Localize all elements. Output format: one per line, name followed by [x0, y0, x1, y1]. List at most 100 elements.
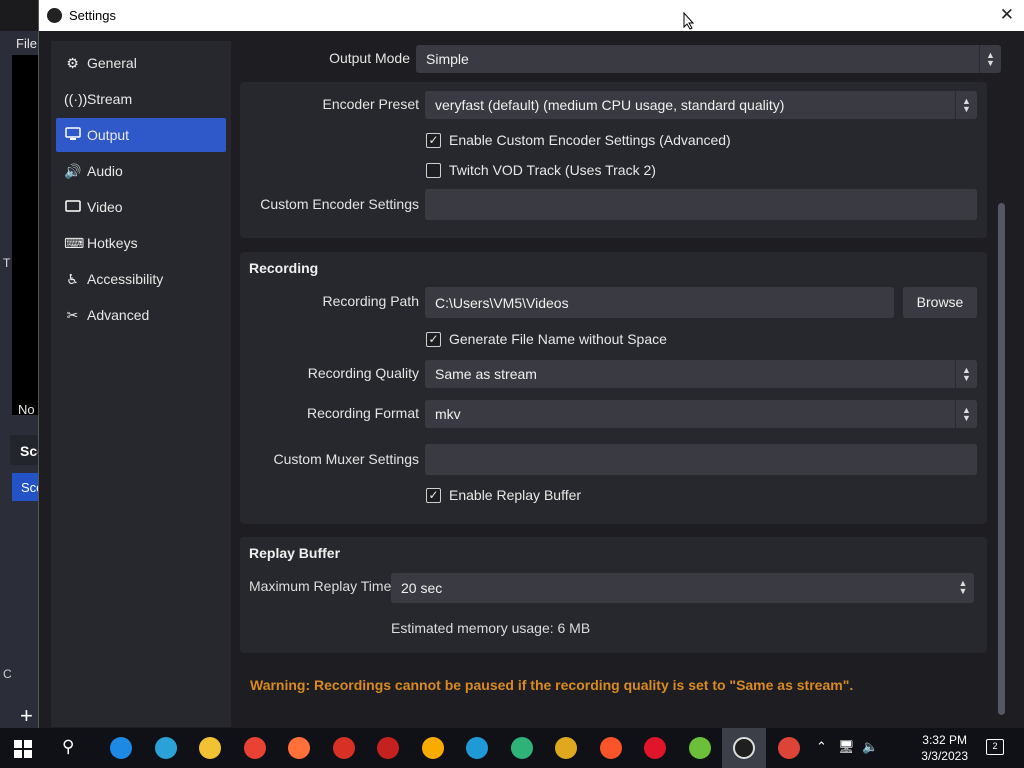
keyboard-icon: ⌨: [64, 235, 85, 251]
sidebar-item-stream[interactable]: ((·)) Stream: [56, 82, 226, 116]
add-scene-button[interactable]: +: [20, 703, 33, 729]
scene-item[interactable]: Sce: [12, 473, 43, 501]
sidebar-item-video[interactable]: Video: [56, 190, 226, 224]
no-source-label: No: [18, 402, 35, 417]
obs-icon[interactable]: [733, 737, 755, 759]
sidebar-item-general[interactable]: ⚙ General: [56, 46, 226, 80]
recording-format-label: Recording Format: [306, 405, 419, 421]
sidebar-item-label: Hotkeys: [87, 235, 138, 251]
custom-muxer-label: Custom Muxer Settings: [273, 451, 420, 467]
chrome-dev-icon[interactable]: [377, 737, 399, 759]
output-mode-label: Output Mode: [329, 50, 410, 66]
preview-area: [12, 55, 40, 415]
sidebar-item-hotkeys[interactable]: ⌨ Hotkeys: [56, 226, 226, 260]
enable-custom-encoder-checkbox[interactable]: ✓: [426, 133, 441, 148]
chevron-up-icon[interactable]: ⌃: [816, 739, 827, 755]
sidebar-item-output[interactable]: Output: [56, 118, 226, 152]
edge-dev-icon[interactable]: [510, 737, 533, 759]
obs-logo-icon: [47, 8, 62, 23]
bg-letter-c: C: [3, 667, 12, 681]
brave-icon[interactable]: [599, 737, 622, 759]
accessibility-icon: ♿: [66, 271, 79, 287]
recording-path-label: Recording Path: [322, 293, 419, 309]
twitch-vod-label: Twitch VOD Track (Uses Track 2): [449, 162, 656, 178]
sidebar-item-accessibility[interactable]: ♿ Accessibility: [56, 262, 226, 296]
file-menu[interactable]: File: [16, 36, 37, 51]
desktop: File T No Sce Sce C + Settings ✕ ⚙ Gener…: [0, 0, 1024, 768]
settings-dialog: Settings ✕ ⚙ General ((·)) Stream Output: [38, 0, 1024, 728]
chevron-updown-icon: ▲ ▼: [955, 91, 977, 119]
opera-icon[interactable]: [644, 737, 666, 759]
speaker-icon: 🔊: [64, 163, 82, 179]
obs-main-window-left: File T No Sce Sce C +: [0, 31, 45, 729]
chevron-updown-icon: ▲ ▼: [979, 45, 1001, 73]
recording-quality-label: Recording Quality: [307, 365, 419, 381]
volume-icon[interactable]: 🔈: [862, 739, 878, 755]
enable-replay-buffer-label: Enable Replay Buffer: [449, 487, 582, 503]
chevron-updown-icon: ▲ ▼: [955, 400, 977, 428]
custom-encoder-settings-label: Custom Encoder Settings: [260, 196, 419, 212]
network-icon[interactable]: 🖥: [838, 739, 855, 755]
chrome-shield-icon[interactable]: [777, 737, 800, 759]
settings-content: Output Mode Simple ▲ ▼ Encoder Preset ver…: [239, 41, 1011, 727]
chevron-updown-icon: ▲ ▼: [955, 360, 977, 388]
replay-buffer-section-title: Replay Buffer: [249, 545, 341, 561]
pin-app-icon[interactable]: [688, 737, 711, 759]
max-replay-time-spinbox[interactable]: 20 sec ▲ ▼: [391, 573, 974, 603]
custom-encoder-settings-input[interactable]: [425, 189, 977, 220]
encoder-preset-label: Encoder Preset: [322, 96, 420, 112]
firefox-icon[interactable]: [288, 737, 310, 759]
chrome-icon[interactable]: [243, 737, 266, 759]
twitch-vod-checkbox[interactable]: [426, 163, 441, 178]
recording-quality-select[interactable]: Same as stream ▲ ▼: [425, 360, 977, 388]
edge-beta-icon[interactable]: [466, 737, 488, 759]
browse-button[interactable]: Browse: [903, 287, 977, 318]
edge-icon[interactable]: [154, 737, 177, 759]
clock-date: 3/3/2023: [921, 749, 968, 763]
edge-canary-icon[interactable]: [555, 737, 577, 759]
ie-icon[interactable]: [110, 737, 132, 759]
system-clock[interactable]: 3:32 PM 3/3/2023: [921, 732, 968, 764]
recording-format-select[interactable]: mkv ▲ ▼: [425, 400, 977, 428]
start-button[interactable]: [14, 740, 32, 758]
window-title: Settings: [69, 8, 116, 23]
spin-arrows-icon[interactable]: ▲ ▼: [952, 573, 974, 603]
clock-time: 3:32 PM: [922, 733, 967, 747]
title-bar: Settings ✕: [39, 0, 1024, 31]
scenes-header: Sce: [10, 435, 45, 465]
custom-muxer-input[interactable]: [425, 444, 977, 475]
sidebar-item-label: Output: [87, 127, 130, 143]
monitor-icon: [64, 127, 81, 144]
notification-center-icon[interactable]: 2: [986, 739, 1004, 755]
generate-filename-checkbox[interactable]: ✓: [426, 332, 441, 347]
recording-section-title: Recording: [249, 260, 319, 276]
mouse-cursor-icon: [683, 11, 695, 35]
max-replay-time-label: Maximum Replay Time: [249, 578, 392, 594]
gear-icon: ⚙: [66, 55, 79, 71]
output-mode-select[interactable]: Simple ▲ ▼: [416, 45, 1001, 73]
search-icon[interactable]: ⚲: [62, 737, 74, 757]
encoder-preset-select[interactable]: veryfast (default) (medium CPU usage, st…: [425, 91, 977, 119]
close-button[interactable]: ✕: [1000, 5, 1014, 25]
enable-custom-encoder-label: Enable Custom Encoder Settings (Advanced…: [449, 132, 731, 148]
file-explorer-icon[interactable]: [199, 737, 221, 759]
taskbar: ⚲ ⌃ 🖥 🔈 3:32 PM 3/3/2023 2: [0, 728, 1024, 768]
recording-path-input[interactable]: C:\Users\VM5\Videos: [425, 287, 894, 318]
sidebar-item-audio[interactable]: 🔊 Audio: [56, 154, 226, 188]
sidebar-item-label: General: [87, 55, 137, 71]
sidebar-item-label: Advanced: [87, 307, 150, 323]
sidebar-item-advanced[interactable]: ✂ Advanced: [56, 298, 226, 332]
generate-filename-label: Generate File Name without Space: [449, 331, 667, 347]
sidebar-item-label: Stream: [87, 91, 133, 107]
sidebar-item-label: Video: [87, 199, 123, 215]
sidebar-item-label: Audio: [87, 163, 123, 179]
recording-warning: Warning: Recordings cannot be paused if …: [250, 677, 854, 693]
enable-replay-buffer-checkbox[interactable]: ✓: [426, 488, 441, 503]
content-scrollbar[interactable]: [998, 203, 1005, 715]
memory-usage-text: Estimated memory usage: 6 MB: [391, 620, 591, 636]
chrome-beta-icon[interactable]: [332, 737, 355, 759]
screen-icon: [64, 199, 81, 216]
chrome-canary-icon[interactable]: [421, 737, 444, 759]
antenna-icon: ((·)): [64, 91, 88, 107]
bg-letter: T: [3, 256, 11, 270]
